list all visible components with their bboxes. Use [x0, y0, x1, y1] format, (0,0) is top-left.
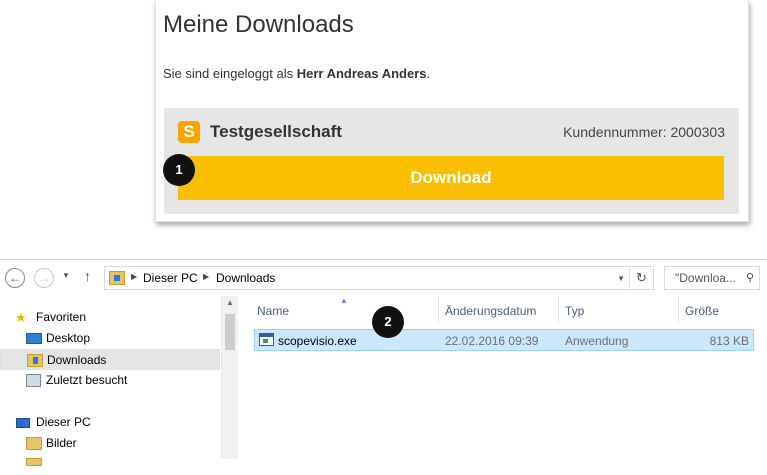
- sidebar-scrollbar[interactable]: ▲: [221, 296, 238, 459]
- downloads-folder-icon: [109, 271, 125, 285]
- desktop-icon: [26, 333, 42, 344]
- breadcrumb-this-pc[interactable]: Dieser PC: [143, 271, 198, 285]
- downloads-card: Meine Downloads Sie sind eingeloggt als …: [155, 0, 749, 222]
- up-arrow-icon[interactable]: ↑: [84, 268, 91, 284]
- recent-places-icon: [26, 374, 41, 387]
- scrollbar-thumb[interactable]: [225, 314, 235, 350]
- file-type: Anwendung: [565, 334, 629, 348]
- company-name: Testgesellschaft: [210, 122, 342, 141]
- company-panel: S Testgesellschaft Kundennummer: 2000303…: [164, 108, 739, 214]
- application-icon: [259, 333, 274, 346]
- sidebar-item-label: Zuletzt besucht: [46, 373, 128, 387]
- user-name: Herr Andreas Anders: [296, 66, 427, 81]
- recent-locations-dropdown-icon[interactable]: ▼: [62, 271, 70, 280]
- sidebar-item-partial[interactable]: [0, 454, 220, 475]
- column-divider[interactable]: [438, 296, 439, 322]
- file-date: 22.02.2016 09:39: [445, 334, 539, 348]
- star-icon: ★: [15, 310, 27, 325]
- chevron-right-icon[interactable]: ▶: [131, 272, 137, 281]
- sidebar-item-favorites[interactable]: ★ Favoriten: [0, 307, 220, 328]
- file-size: 813 KB: [709, 334, 749, 348]
- column-divider[interactable]: [558, 296, 559, 322]
- login-suffix: .: [426, 66, 431, 81]
- address-bar[interactable]: ▶ Dieser PC ▶ Downloads ▼ ↻: [104, 266, 654, 290]
- downloads-folder-icon: [27, 354, 43, 367]
- step-marker-2: 2: [372, 306, 404, 338]
- back-arrow-icon[interactable]: ←: [5, 268, 25, 288]
- explorer-navbar: ← → ▼ ↑ ▶ Dieser PC ▶ Downloads ▼ ↻ "Dow…: [0, 260, 767, 296]
- file-name: scopevisio.exe: [278, 334, 357, 348]
- file-row[interactable]: scopevisio.exe 22.02.2016 09:39 Anwendun…: [254, 329, 754, 351]
- sidebar-item-label: Favoriten: [36, 310, 87, 324]
- pictures-folder-icon: [26, 437, 42, 450]
- step-marker-1: 1: [163, 154, 195, 186]
- login-prefix: Sie sind eingeloggt als: [163, 66, 297, 81]
- sidebar-item-downloads[interactable]: Downloads: [0, 349, 220, 370]
- sidebar-item-label: Dieser PC: [36, 415, 91, 429]
- sidebar-item-recent[interactable]: Zuletzt besucht: [0, 370, 220, 391]
- navigation-pane: ★ Favoriten Desktop Downloads Zuletzt be…: [0, 302, 220, 466]
- computer-icon: [16, 418, 30, 428]
- page-title: Meine Downloads: [163, 11, 354, 38]
- download-button[interactable]: Download: [178, 156, 724, 200]
- search-placeholder: "Downloa...: [675, 271, 736, 285]
- sidebar-item-label: Desktop: [46, 331, 91, 345]
- column-divider[interactable]: [678, 296, 679, 322]
- sidebar-item-label: Downloads: [47, 353, 107, 367]
- sidebar-item-pictures[interactable]: Bilder: [0, 433, 220, 454]
- column-header-size[interactable]: Größe: [685, 304, 719, 318]
- forward-arrow-icon[interactable]: →: [34, 268, 54, 288]
- refresh-icon[interactable]: ↻: [629, 267, 653, 289]
- sidebar-item-label: Bilder: [46, 436, 77, 450]
- scroll-up-icon[interactable]: ▲: [226, 298, 234, 307]
- search-icon[interactable]: ⚲: [746, 271, 754, 284]
- sidebar-item-this-pc[interactable]: Dieser PC: [0, 412, 220, 433]
- column-header-name[interactable]: Name: [257, 304, 289, 318]
- login-status: Sie sind eingeloggt als Herr Andreas And…: [163, 66, 430, 81]
- column-header-date[interactable]: Änderungsdatum: [445, 304, 536, 318]
- breadcrumb-downloads[interactable]: Downloads: [216, 271, 275, 285]
- chevron-down-icon[interactable]: ▼: [617, 274, 625, 283]
- sidebar-item-desktop[interactable]: Desktop: [0, 328, 220, 349]
- search-input[interactable]: "Downloa... ⚲: [664, 266, 760, 290]
- chevron-right-icon[interactable]: ▶: [203, 272, 209, 281]
- folder-icon: [26, 458, 42, 466]
- file-list: ▲ Name Änderungsdatum Typ Größe scopevis…: [238, 296, 767, 459]
- sort-ascending-icon: ▲: [340, 296, 348, 305]
- column-header-type[interactable]: Typ: [565, 304, 584, 318]
- company-logo-icon: S: [178, 121, 200, 143]
- file-explorer: ← → ▼ ↑ ▶ Dieser PC ▶ Downloads ▼ ↻ "Dow…: [0, 259, 767, 466]
- customer-number: Kundennummer: 2000303: [563, 124, 725, 140]
